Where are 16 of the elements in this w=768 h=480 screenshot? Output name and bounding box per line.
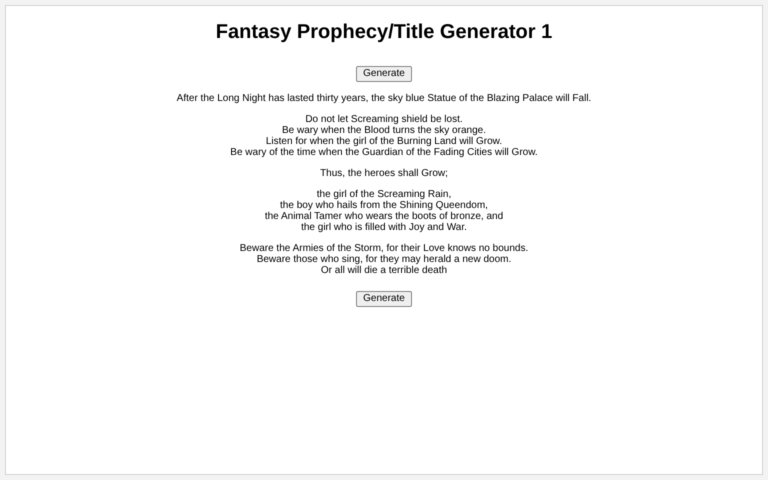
prophecy-line: Be wary when the Blood turns the sky orange.: [282, 125, 486, 136]
page-title: Fantasy Prophecy/Title Generator 1: [216, 20, 552, 44]
prophecy-line: Do not let Screaming shield be lost.: [305, 114, 463, 125]
generate-button[interactable]: Generate: [356, 291, 412, 307]
generate-button[interactable]: Generate: [356, 66, 412, 82]
prophecy-line: the girl of the Screaming Rain,: [316, 189, 452, 200]
prophecy-line: the girl who is filled with Joy and War.: [301, 222, 467, 233]
prophecy-line: Beware the Armies of the Storm, for their Love knows no bounds.: [240, 243, 528, 254]
prophecy-line: the Animal Tamer who wears the boots of bronze, and: [264, 211, 504, 222]
prophecy-line: After the Long Night has lasted thirty years, the sky blue Statue of the Blazing Palace will Fall.: [176, 93, 592, 104]
prophecy-line: Beware those who sing, for they may herald a new doom.: [256, 254, 512, 265]
prophecy-line: the boy who hails from the Shining Queendom,: [280, 200, 488, 211]
prophecy-line: Be wary of the time when the Guardian of the Fading Cities will Grow.: [230, 147, 538, 158]
prophecy-line: Thus, the heroes shall Grow;: [320, 168, 448, 179]
prophecy-line: Or all will die a terrible death: [320, 265, 448, 276]
prophecy-line: Listen for when the girl of the Burning Land will Grow.: [266, 136, 502, 147]
